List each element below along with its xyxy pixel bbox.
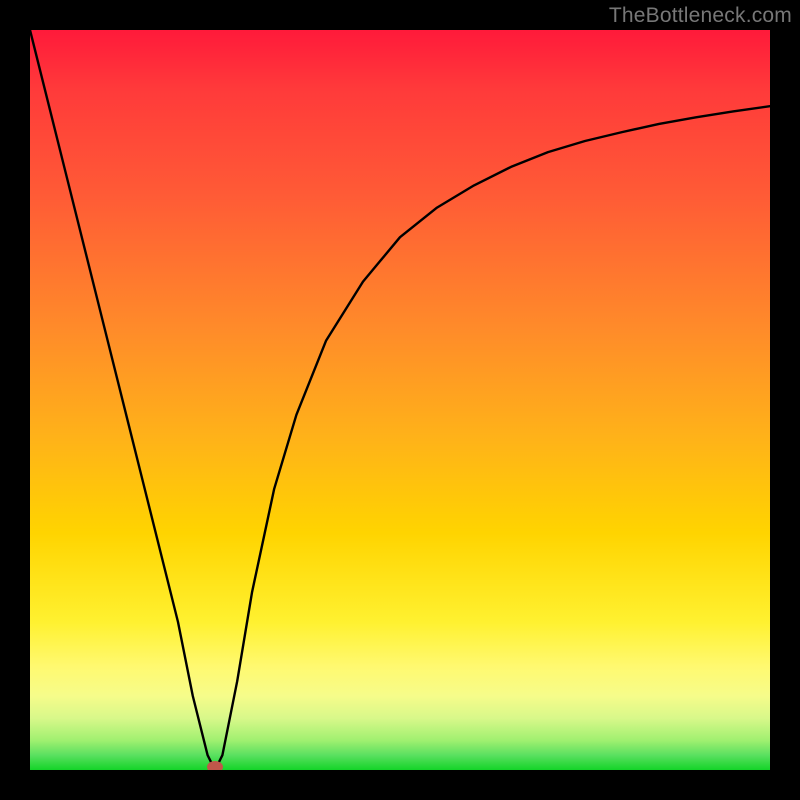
plot-area: [30, 30, 770, 770]
chart-frame: TheBottleneck.com: [0, 0, 800, 800]
curve-svg: [30, 30, 770, 770]
watermark-text: TheBottleneck.com: [609, 4, 792, 28]
optimal-point-marker: [207, 761, 223, 770]
bottleneck-curve: [30, 30, 770, 770]
